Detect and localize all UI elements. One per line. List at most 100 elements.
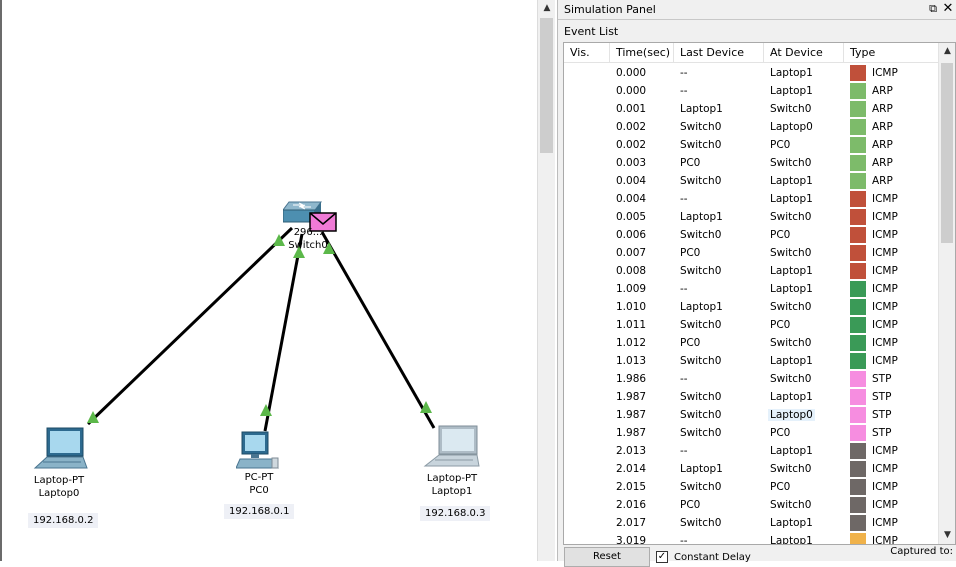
event-color-swatch[interactable]	[850, 155, 866, 171]
event-color-swatch[interactable]	[850, 461, 866, 477]
event-color-swatch[interactable]	[850, 101, 866, 117]
link-switch0-laptop1[interactable]	[320, 231, 436, 429]
event-color-swatch[interactable]	[850, 317, 866, 333]
event-type-text: ICMP	[872, 301, 898, 313]
event-row[interactable]: 0.008 Switch0 Laptop1 ICMP	[564, 262, 939, 280]
event-row[interactable]: 2.013 -- Laptop1 ICMP	[564, 442, 939, 460]
event-color-swatch[interactable]	[850, 281, 866, 297]
event-last-device: Switch0	[674, 226, 764, 244]
event-row[interactable]: 2.014 Laptop1 Switch0 ICMP	[564, 460, 939, 478]
event-at-device-text: Switch0	[770, 301, 812, 313]
event-type: ICMP	[844, 334, 939, 352]
event-color-swatch[interactable]	[850, 389, 866, 405]
event-row[interactable]: 0.007 PC0 Switch0 ICMP	[564, 244, 939, 262]
link-switch0-pc0[interactable]	[263, 233, 304, 432]
event-vis	[564, 226, 610, 244]
event-at-device-text: Switch0	[770, 337, 812, 349]
event-row[interactable]: 2.015 Switch0 PC0 ICMP	[564, 478, 939, 496]
column-header-vis[interactable]: Vis.	[564, 43, 610, 63]
event-vis	[564, 388, 610, 406]
event-row[interactable]: 1.013 Switch0 Laptop1 ICMP	[564, 352, 939, 370]
event-row[interactable]: 3.019 -- Laptop1 ICMP	[564, 532, 939, 544]
event-last-device: --	[674, 280, 764, 298]
event-row[interactable]: 0.001 Laptop1 Switch0 ARP	[564, 100, 939, 118]
event-row[interactable]: 0.006 Switch0 PC0 ICMP	[564, 226, 939, 244]
event-color-swatch[interactable]	[850, 65, 866, 81]
event-color-swatch[interactable]	[850, 119, 866, 135]
scroll-up-arrow-icon[interactable]: ▲	[538, 0, 556, 17]
event-list-scrollbar[interactable]: ▲ ▼	[938, 43, 955, 544]
event-row[interactable]: 1.010 Laptop1 Switch0 ICMP	[564, 298, 939, 316]
laptop0-name-label: Laptop0	[38, 488, 80, 499]
event-row[interactable]: 2.017 Switch0 Laptop1 ICMP	[564, 514, 939, 532]
event-last-device: Switch0	[674, 172, 764, 190]
event-color-swatch[interactable]	[850, 137, 866, 153]
event-row[interactable]: 0.002 Switch0 PC0 ARP	[564, 136, 939, 154]
event-row[interactable]: 1.011 Switch0 PC0 ICMP	[564, 316, 939, 334]
event-row[interactable]: 0.005 Laptop1 Switch0 ICMP	[564, 208, 939, 226]
laptop-icon[interactable]	[423, 424, 481, 470]
checkbox-check-icon[interactable]: ✓	[656, 551, 668, 563]
panel-titlebar[interactable]: Simulation Panel ⧉ ✕	[558, 0, 956, 20]
event-vis	[564, 514, 610, 532]
column-header-last-device[interactable]: Last Device	[674, 43, 764, 63]
event-color-swatch[interactable]	[850, 335, 866, 351]
event-color-swatch[interactable]	[850, 83, 866, 99]
event-color-swatch[interactable]	[850, 227, 866, 243]
event-at-device: Laptop1	[764, 280, 844, 298]
pc-icon[interactable]	[236, 430, 282, 470]
event-color-swatch[interactable]	[850, 191, 866, 207]
event-row[interactable]: 2.016 PC0 Switch0 ICMP	[564, 496, 939, 514]
close-icon[interactable]: ✕	[942, 2, 954, 16]
event-last-device: Switch0	[674, 262, 764, 280]
column-header-at-device[interactable]: At Device	[764, 43, 844, 63]
event-color-swatch[interactable]	[850, 515, 866, 531]
scroll-up-arrow-icon[interactable]: ▲	[939, 43, 955, 60]
event-row[interactable]: 1.987 Switch0 Laptop0 STP	[564, 406, 939, 424]
scrollbar-thumb[interactable]	[941, 63, 953, 243]
event-color-swatch[interactable]	[850, 407, 866, 423]
reset-simulation-button[interactable]: Reset Simulation	[564, 547, 650, 567]
event-row[interactable]: 1.987 Switch0 PC0 STP	[564, 424, 939, 442]
event-color-swatch[interactable]	[850, 353, 866, 369]
event-time: 2.017	[610, 514, 674, 532]
event-color-swatch[interactable]	[850, 497, 866, 513]
event-row[interactable]: 0.004 -- Laptop1 ICMP	[564, 190, 939, 208]
event-color-swatch[interactable]	[850, 425, 866, 441]
event-row[interactable]: 0.002 Switch0 Laptop0 ARP	[564, 118, 939, 136]
event-type-text: ARP	[872, 175, 893, 187]
event-row[interactable]: 0.003 PC0 Switch0 ARP	[564, 154, 939, 172]
event-type: STP	[844, 406, 939, 424]
event-row[interactable]: 1.009 -- Laptop1 ICMP	[564, 280, 939, 298]
event-row[interactable]: 1.012 PC0 Switch0 ICMP	[564, 334, 939, 352]
event-type-text: STP	[872, 427, 892, 439]
constant-delay-checkbox[interactable]: ✓ Constant Delay	[656, 551, 751, 563]
event-color-swatch[interactable]	[850, 245, 866, 261]
event-color-swatch[interactable]	[850, 299, 866, 315]
scrollbar-thumb[interactable]	[540, 18, 553, 153]
event-last-device: Switch0	[674, 352, 764, 370]
event-row[interactable]: 1.986 -- Switch0 STP	[564, 370, 939, 388]
event-row[interactable]: 0.000 -- Laptop1 ARP	[564, 82, 939, 100]
scroll-down-arrow-icon[interactable]: ▼	[939, 527, 955, 544]
event-color-swatch[interactable]	[850, 533, 866, 544]
event-color-swatch[interactable]	[850, 209, 866, 225]
column-header-time[interactable]: Time(sec)	[610, 43, 674, 63]
link-switch0-laptop0[interactable]	[86, 226, 294, 426]
event-time-text: 1.011	[616, 319, 647, 331]
event-last-device: Laptop1	[674, 100, 764, 118]
event-color-swatch[interactable]	[850, 263, 866, 279]
workspace-scrollbar[interactable]: ▲	[537, 0, 555, 561]
event-color-swatch[interactable]	[850, 173, 866, 189]
laptop-icon[interactable]	[33, 426, 89, 472]
column-header-type[interactable]: Type	[844, 43, 939, 63]
event-row[interactable]: 0.004 Switch0 Laptop1 ARP	[564, 172, 939, 190]
topology-workspace[interactable]: 296... Switch0 Laptop-PT Laptop0 192.168…	[0, 0, 537, 561]
event-color-swatch[interactable]	[850, 479, 866, 495]
event-last-device-text: Switch0	[680, 175, 722, 187]
restore-window-icon[interactable]: ⧉	[927, 3, 939, 15]
event-row[interactable]: 0.000 -- Laptop1 ICMP	[564, 64, 939, 82]
event-color-swatch[interactable]	[850, 371, 866, 387]
event-row[interactable]: 1.987 Switch0 Laptop1 STP	[564, 388, 939, 406]
event-color-swatch[interactable]	[850, 443, 866, 459]
